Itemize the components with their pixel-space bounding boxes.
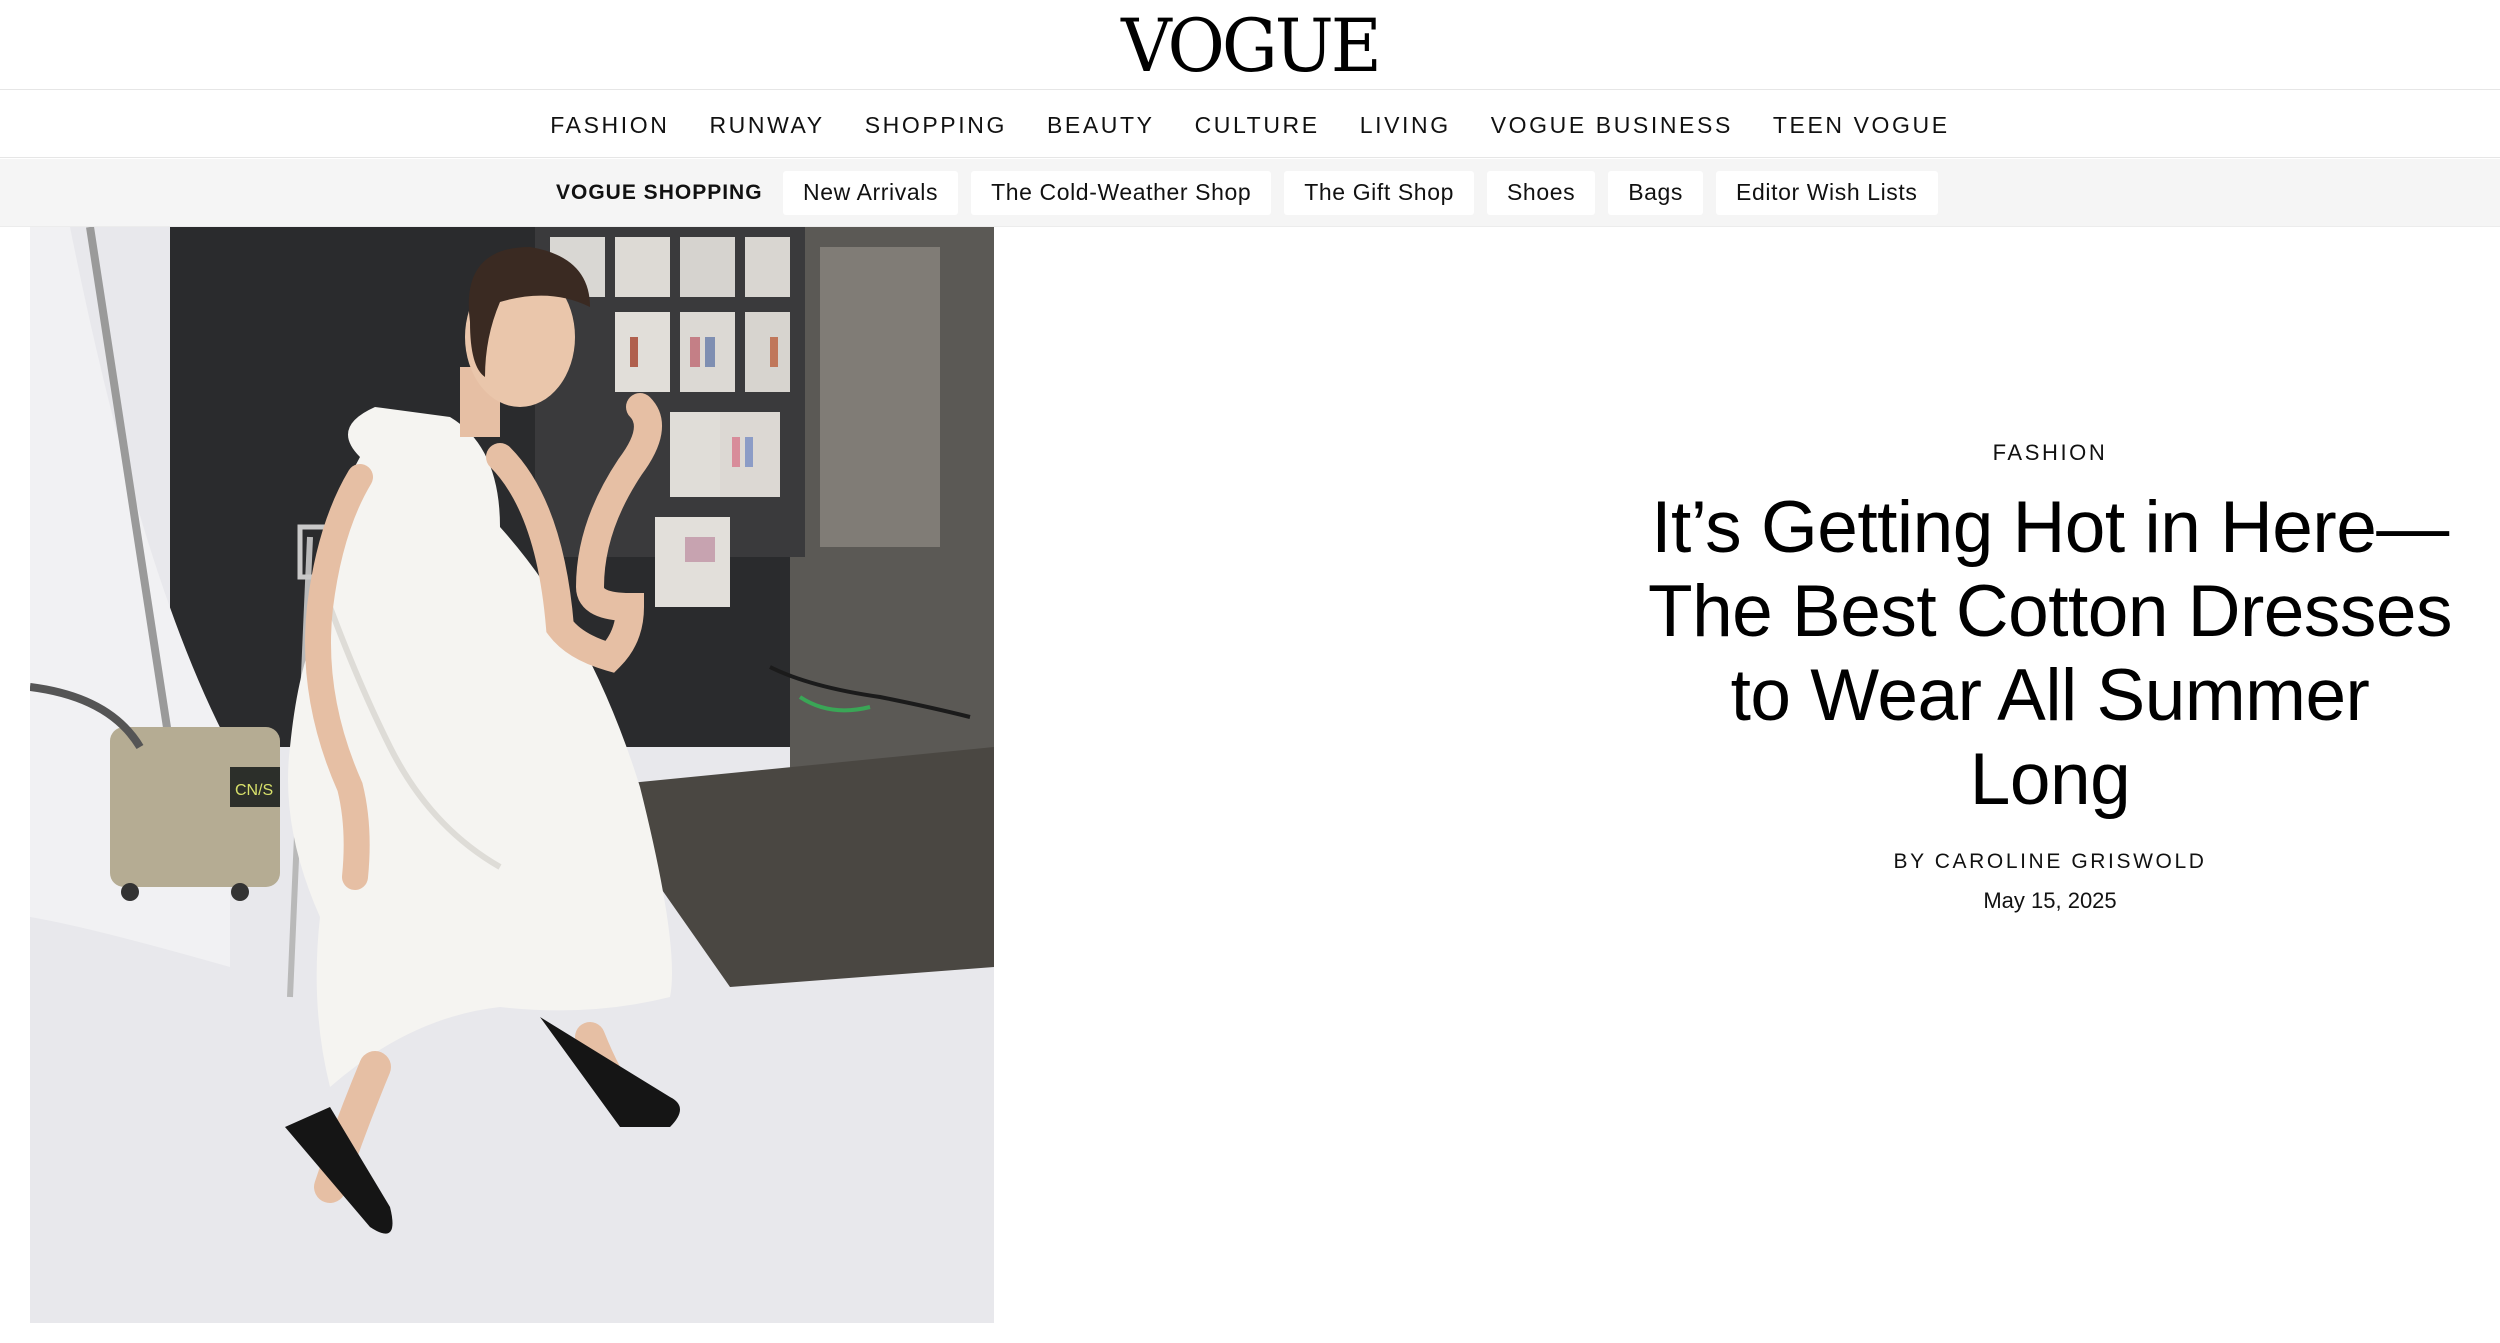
headline-line-2: The Best Cotton Dresses (1647, 571, 2453, 652)
shopping-subnav: VOGUE SHOPPING New Arrivals The Cold-Wea… (0, 159, 2500, 227)
shopping-section-label[interactable]: VOGUE SHOPPING (556, 181, 763, 205)
article-header: FASHION It’s Getting Hot in Here— The Be… (1600, 420, 2500, 914)
nav-item-vogue-business[interactable]: VOGUE BUSINESS (1491, 110, 1733, 139)
main-nav: FASHION RUNWAY SHOPPING BEAUTY CULTURE L… (0, 91, 2500, 158)
nav-item-shopping[interactable]: SHOPPING (865, 110, 1007, 139)
author-link[interactable]: CAROLINE GRISWOLD (1935, 850, 2207, 873)
nav-item-culture[interactable]: CULTURE (1195, 110, 1320, 139)
nav-item-runway[interactable]: RUNWAY (709, 110, 824, 139)
nav-item-living[interactable]: LIVING (1360, 110, 1451, 139)
publish-date: May 15, 2025 (1983, 888, 2117, 913)
headline-line-1: It’s Getting Hot in Here— (1651, 487, 2449, 568)
shopping-link-bags[interactable]: Bags (1608, 170, 1704, 215)
shopping-link-shoes[interactable]: Shoes (1486, 170, 1596, 215)
vogue-logo[interactable]: VOGUE (1121, 9, 1382, 83)
shopping-link-cold-weather-shop[interactable]: The Cold-Weather Shop (971, 170, 1272, 215)
shopping-link-gift-shop[interactable]: The Gift Shop (1284, 170, 1474, 215)
masthead: VOGUE (0, 0, 2500, 90)
article-rubric[interactable]: FASHION (1993, 440, 2108, 466)
nav-item-beauty[interactable]: BEAUTY (1047, 110, 1155, 139)
nav-item-teen-vogue[interactable]: TEEN VOGUE (1773, 110, 1950, 139)
steamer-label-text: CN/S (235, 782, 273, 799)
article-headline: It’s Getting Hot in Here— The Best Cotto… (1600, 486, 2500, 822)
byline: BY CAROLINE GRISWOLD (1600, 850, 2500, 874)
nav-item-fashion[interactable]: FASHION (550, 110, 669, 139)
byline-prefix: BY (1893, 850, 1935, 873)
headline-line-4: Long (1969, 739, 2131, 820)
hero-image: CN/S (30, 227, 994, 1323)
shopping-link-editor-wish-lists[interactable]: Editor Wish Lists (1716, 170, 1938, 215)
shopping-link-new-arrivals[interactable]: New Arrivals (783, 170, 959, 215)
headline-line-3: to Wear All Summer (1730, 655, 2370, 736)
